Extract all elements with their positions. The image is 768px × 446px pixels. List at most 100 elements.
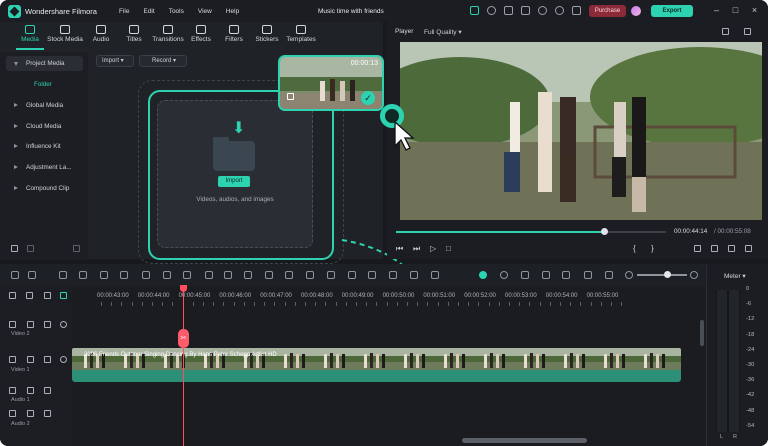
meter-title[interactable]: Meter ▾ (724, 272, 746, 280)
crop-frame-icon[interactable] (265, 271, 273, 279)
volume-icon[interactable] (728, 245, 735, 252)
select-tool-icon[interactable] (28, 271, 36, 279)
clip-audio-waveform[interactable] (72, 370, 681, 382)
play-icon[interactable]: ▷ (430, 245, 438, 253)
video-preview[interactable] (400, 42, 762, 220)
mute-icon[interactable] (44, 356, 51, 363)
tab-effects[interactable]: Effects (183, 25, 219, 49)
sidebar-item-adjustment-layer[interactable]: Adjustment La... (6, 160, 83, 175)
zoom-out-icon[interactable] (625, 271, 633, 279)
minimize-icon[interactable]: – (712, 6, 721, 15)
sidebar-item-project-media[interactable]: Project Media (6, 56, 83, 71)
tab-titles[interactable]: Titles (116, 25, 152, 49)
auto-ripple-icon[interactable] (44, 292, 51, 299)
menu-edit[interactable]: Edit (143, 8, 154, 15)
delete-folder-icon[interactable] (27, 245, 34, 252)
import-button[interactable]: Import (218, 176, 250, 187)
sidebar-item-cloud-media[interactable]: Cloud Media (6, 119, 83, 134)
sidebar-item-compound-clip[interactable]: Compound Clip (6, 181, 83, 196)
maximize-icon[interactable]: □ (731, 6, 740, 15)
tab-media[interactable]: Media (12, 25, 48, 49)
headset-icon[interactable] (555, 6, 564, 15)
rotate-icon[interactable] (163, 271, 171, 279)
delete-icon[interactable] (100, 271, 108, 279)
stabilize-icon[interactable] (389, 271, 397, 279)
save-icon[interactable] (521, 6, 530, 15)
sidebar-item-folder[interactable]: Folder (6, 77, 83, 92)
layout-icon[interactable] (504, 6, 513, 15)
display-mode-icon[interactable] (722, 28, 729, 35)
link-icon[interactable] (26, 292, 33, 299)
new-folder-icon[interactable] (11, 245, 18, 252)
render-icon[interactable] (500, 271, 508, 279)
shield-icon[interactable] (521, 271, 529, 279)
folder-track-icon[interactable] (27, 387, 34, 394)
playhead-handle[interactable] (180, 285, 187, 292)
cloud-icon[interactable] (538, 6, 547, 15)
snapshot-icon[interactable] (744, 28, 751, 35)
mark-in-icon[interactable]: { (633, 245, 641, 253)
voiceover-icon[interactable] (562, 271, 570, 279)
menu-tools[interactable]: Tools (169, 8, 184, 15)
menu-help[interactable]: Help (226, 8, 239, 15)
undo-icon[interactable] (59, 271, 67, 279)
close-icon[interactable]: × (750, 6, 759, 15)
sidebar-item-global-media[interactable]: Global Media (6, 98, 83, 113)
expand-icon[interactable] (745, 245, 752, 252)
more-tools-icon[interactable] (431, 271, 439, 279)
add-track-icon[interactable] (9, 292, 16, 299)
split-scissors-icon[interactable]: ✂ (178, 329, 189, 348)
fullscreen-display-icon[interactable] (694, 245, 701, 252)
grid-icon[interactable] (572, 6, 581, 15)
ai-copilot-icon[interactable] (479, 271, 487, 279)
collapse-sidebar-icon[interactable] (73, 245, 80, 252)
tab-transitions[interactable]: Transitions (150, 25, 186, 49)
motion-icon[interactable] (368, 271, 376, 279)
stop-icon[interactable]: □ (446, 245, 454, 253)
mute-icon[interactable] (44, 387, 51, 394)
zoom-in-icon[interactable] (690, 271, 698, 279)
speed-icon[interactable] (244, 271, 252, 279)
export-button[interactable]: Export (651, 5, 693, 17)
crop-icon[interactable] (142, 271, 150, 279)
camera-icon[interactable] (711, 245, 718, 252)
import-dropdown[interactable]: Import ▾ (96, 55, 134, 67)
tab-templates[interactable]: Templates (283, 25, 319, 49)
caption-icon[interactable] (584, 271, 592, 279)
ai-tool-icon[interactable] (348, 271, 356, 279)
mask-icon[interactable] (327, 271, 335, 279)
redo-icon[interactable] (79, 271, 87, 279)
sidebar-item-influence-kit[interactable]: Influence Kit (6, 139, 83, 154)
layout-grid-icon[interactable] (11, 271, 19, 279)
playback-progress-handle[interactable] (600, 228, 608, 235)
timeline-horizontal-scrollbar[interactable] (462, 438, 587, 443)
circle-icon[interactable] (487, 6, 496, 15)
audio-edit-icon[interactable] (285, 271, 293, 279)
record-dropdown[interactable]: Record ▾ (139, 55, 187, 67)
detach-audio-icon[interactable] (410, 271, 418, 279)
zoom-slider-handle[interactable] (664, 271, 671, 278)
prev-frame-icon[interactable]: ⏮ (396, 245, 404, 253)
tab-stickers[interactable]: Stickers (249, 25, 285, 49)
color-icon[interactable] (224, 271, 232, 279)
text-tool-icon[interactable] (183, 271, 191, 279)
eye-icon[interactable] (60, 321, 67, 328)
avatar[interactable] (631, 6, 641, 16)
keyframe-icon[interactable] (306, 271, 314, 279)
tab-filters[interactable]: Filters (216, 25, 252, 49)
folder-track-icon[interactable] (27, 410, 34, 417)
folder-track-icon[interactable] (27, 321, 34, 328)
gift-icon[interactable] (470, 6, 479, 15)
purchase-button[interactable]: Purchase (589, 5, 626, 17)
menu-file[interactable]: File (119, 8, 129, 15)
mute-icon[interactable] (44, 410, 51, 417)
eye-icon[interactable] (60, 356, 67, 363)
image-insert-icon[interactable] (605, 271, 613, 279)
menu-view[interactable]: View (198, 8, 212, 15)
mark-out-icon[interactable]: } (651, 245, 659, 253)
next-frame-icon[interactable]: ⏭ (413, 245, 421, 253)
quality-dropdown[interactable]: Full Quality ▾ (424, 28, 462, 36)
tab-stock-media[interactable]: Stock Media (47, 25, 83, 49)
tab-audio[interactable]: Audio (83, 25, 119, 49)
mute-icon[interactable] (44, 321, 51, 328)
